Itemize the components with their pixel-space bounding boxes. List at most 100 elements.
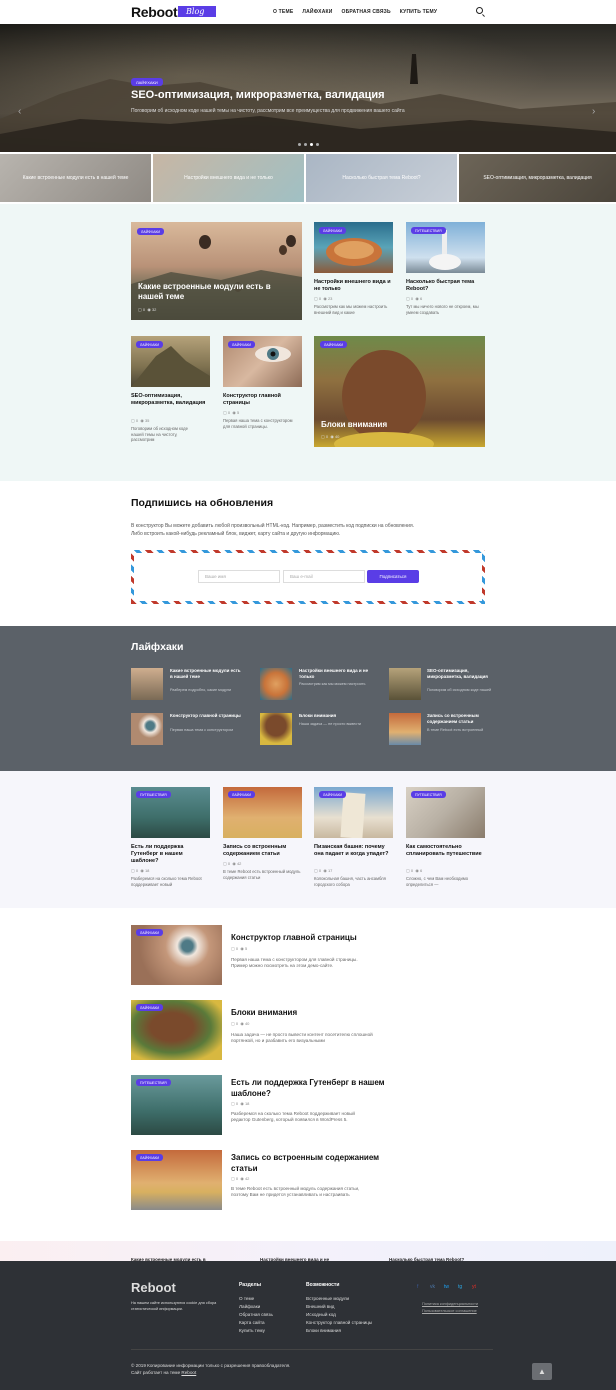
- list-tag[interactable]: Путешествия: [136, 1079, 171, 1086]
- strip-item-speed[interactable]: Насколько быстрая тема Reboot?: [306, 154, 457, 202]
- card-tag[interactable]: Лайфхаки: [228, 791, 256, 798]
- vk-icon[interactable]: vk: [430, 1284, 435, 1290]
- lifehack-thumb[interactable]: [131, 713, 163, 745]
- search-icon[interactable]: [476, 7, 483, 14]
- lifehack-title[interactable]: Какие встроенные модули есть в нашей тем…: [170, 668, 242, 680]
- card-title[interactable]: Пизанская башня: почему она падает и ког…: [314, 844, 394, 858]
- views-count: 5: [236, 410, 240, 415]
- scroll-up-button[interactable]: ▲: [532, 1363, 552, 1380]
- lifehack-desc: Первая наша тема с конструктором: [170, 728, 233, 732]
- footer-link[interactable]: Конструктор главной страницы: [306, 1320, 372, 1325]
- youtube-icon[interactable]: yt: [472, 1284, 476, 1290]
- hero-dot[interactable]: [298, 143, 301, 146]
- list-title-line: Есть ли поддержка Гутенберг в нашем: [231, 1078, 385, 1087]
- footer-link[interactable]: Обратная связь: [239, 1312, 273, 1317]
- list-tag[interactable]: Лайфхаки: [136, 1154, 164, 1161]
- lifehack-desc: Наша задача — не просто вывести: [299, 722, 362, 726]
- footer-logo[interactable]: Reboot: [131, 1280, 176, 1295]
- strip-item-appearance[interactable]: Настройки внешнего вида и не только: [153, 154, 304, 202]
- card-big-attention[interactable]: [314, 336, 485, 447]
- lifehack-title[interactable]: Настройки внешнего вида и не только: [299, 668, 371, 680]
- hero-tag[interactable]: Лайфхаки: [131, 78, 163, 86]
- list-tag[interactable]: Лайфхаки: [136, 1004, 164, 1011]
- footer-link[interactable]: Карта сайта: [239, 1320, 265, 1325]
- footer-link[interactable]: Исходный код: [306, 1312, 336, 1317]
- privacy-link[interactable]: Политика конфиденциальности: [422, 1302, 478, 1306]
- lifehacks-title: Лайфхаки: [131, 641, 184, 653]
- lifehack-title[interactable]: Блоки внимания: [299, 713, 371, 719]
- card-title[interactable]: Насколько быстрая тема Reboot?: [406, 279, 486, 293]
- lifehack-title[interactable]: Запись со встроенным содержанием статьи: [427, 713, 499, 725]
- card-title[interactable]: Блоки внимания: [321, 420, 471, 430]
- footer-link[interactable]: Лайфхаки: [239, 1304, 260, 1309]
- card-title[interactable]: SEO-оптимизация, микроразметка, валидаци…: [131, 393, 211, 407]
- lifehack-title[interactable]: Конструктор главной страницы: [170, 713, 242, 719]
- site-logo[interactable]: Reboot: [131, 4, 178, 20]
- nav-item-buy[interactable]: Купить тему: [400, 9, 437, 15]
- list-desc: Разберемся на сколько тема Reboot поддер…: [231, 1111, 391, 1124]
- card-tag[interactable]: Лайфхаки: [137, 228, 165, 235]
- hero-dot[interactable]: [304, 143, 307, 146]
- card-title[interactable]: Какие встроенные модули есть в нашей тем…: [138, 282, 288, 302]
- card-title[interactable]: Как самостоятельно спланировать путешест…: [406, 844, 486, 858]
- lifehack-thumb[interactable]: [260, 668, 292, 700]
- twitter-icon[interactable]: tw: [444, 1284, 449, 1290]
- list-title[interactable]: Блоки внимания: [231, 1008, 431, 1019]
- footer-link[interactable]: О теме: [239, 1296, 254, 1301]
- card-title[interactable]: Настройки внешнего вида и не только: [314, 279, 394, 293]
- lifehack-thumb[interactable]: [389, 713, 421, 745]
- card-tag[interactable]: Путешествия: [136, 791, 171, 798]
- card-title[interactable]: Конструктор главной страницы: [223, 393, 303, 407]
- nav-item-feedback[interactable]: Обратная связь: [342, 9, 391, 15]
- card-title[interactable]: Запись со встроенным содержанием статьи: [223, 844, 303, 858]
- nav-item-lifehacks[interactable]: Лайфхаки: [302, 9, 332, 15]
- nav-item-about[interactable]: О теме: [273, 9, 293, 15]
- lifehack-thumb[interactable]: [131, 668, 163, 700]
- card-big-modules[interactable]: [131, 222, 302, 320]
- lifehack-thumb[interactable]: [260, 713, 292, 745]
- hero-next-arrow[interactable]: ›: [592, 106, 595, 117]
- list-tag[interactable]: Лайфхаки: [136, 929, 164, 936]
- email-input[interactable]: Ваш e-mail: [283, 570, 365, 583]
- strip-item-modules[interactable]: Какие встроенные модули есть в нашей тем…: [0, 154, 151, 202]
- hero-prev-arrow[interactable]: ‹: [18, 106, 21, 117]
- facebook-icon[interactable]: f: [417, 1284, 418, 1290]
- footer-link[interactable]: Купить тему: [239, 1328, 265, 1333]
- views-count: 23: [327, 296, 333, 301]
- footer-link[interactable]: Встроенные модули: [306, 1296, 349, 1301]
- strip-label: Настройки внешнего вида и не только: [184, 175, 273, 181]
- list-title[interactable]: Запись со встроенным содержанием статьи: [231, 1153, 431, 1174]
- lifehack-title[interactable]: SEO-оптимизация, микроразметка, валидаци…: [427, 668, 499, 680]
- card-tag[interactable]: Путешествия: [411, 227, 446, 234]
- lifehack-desc: В теме Reboot есть встроенный: [427, 728, 484, 732]
- hero-dot[interactable]: [316, 143, 319, 146]
- hero-dot-active[interactable]: [310, 143, 313, 146]
- strip-item-seo[interactable]: SEO-оптимизация, микроразметка, валидаци…: [459, 154, 616, 202]
- card-desc: Колокольная башня, часть ансамбля городс…: [314, 876, 386, 887]
- card-tag[interactable]: Лайфхаки: [228, 341, 256, 348]
- footer-link[interactable]: Блоки внимания: [306, 1328, 341, 1333]
- hero-dots: [298, 143, 319, 146]
- list-title-line: Конструктор главной страницы: [231, 933, 357, 942]
- terms-link[interactable]: Пользовательское соглашение: [422, 1309, 477, 1313]
- card-tag[interactable]: Лайфхаки: [319, 791, 347, 798]
- subscribe-button[interactable]: Подписаться: [367, 570, 419, 583]
- card-tag[interactable]: Путешествия: [411, 791, 446, 798]
- hero-title[interactable]: SEO-оптимизация, микроразметка, валидаци…: [131, 89, 385, 101]
- logo-badge[interactable]: Blog: [178, 6, 217, 17]
- card-title[interactable]: Есть ли поддержка Гутенберг в нашем шабл…: [131, 844, 207, 865]
- theme-link[interactable]: Reboot: [181, 1370, 196, 1375]
- lifehack-thumb[interactable]: [389, 668, 421, 700]
- card-tag[interactable]: Лайфхаки: [319, 227, 347, 234]
- card-tag[interactable]: Лайфхаки: [136, 341, 164, 348]
- card-tag[interactable]: Лайфхаки: [320, 341, 348, 348]
- footer-link[interactable]: Внешний вид: [306, 1304, 334, 1309]
- list-title[interactable]: Конструктор главной страницы: [231, 933, 431, 944]
- list-title[interactable]: Есть ли поддержка Гутенберг в нашем шабло…: [231, 1078, 431, 1099]
- powered-text: Сайт работает на теме: [131, 1370, 182, 1375]
- name-input[interactable]: Ваше имя: [198, 570, 280, 583]
- comments-count: 0: [410, 296, 414, 301]
- telegram-icon[interactable]: tg: [458, 1284, 462, 1290]
- hero-slider[interactable]: ‹ ›: [0, 24, 616, 152]
- strip-label: Насколько быстрая тема Reboot?: [342, 175, 421, 181]
